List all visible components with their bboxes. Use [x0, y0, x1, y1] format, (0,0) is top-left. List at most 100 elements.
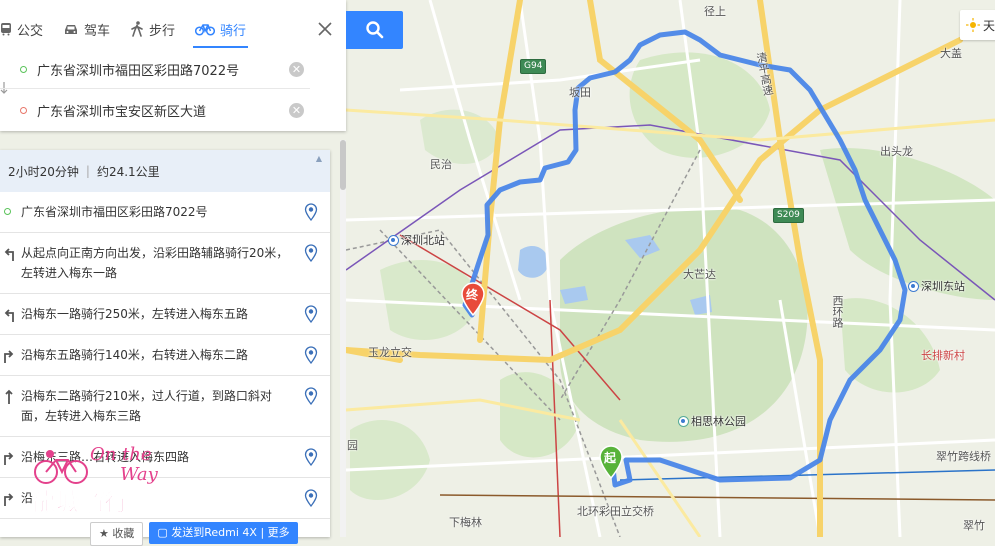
map-label-jingshang: 径上 [704, 5, 726, 18]
route-step-text: 沿梅东一路骑行250米，左转进入梅东五路 [21, 307, 248, 321]
route-panel: 公交 驾车 步行 骑行 广东省深圳市福田区彩田路7022号 ✕ 广东省深圳市宝安… [0, 0, 403, 546]
route-step[interactable]: 沿梅东五路骑行140米，右转进入梅东二路 [0, 335, 330, 376]
end-marker-label: 终 [466, 288, 479, 302]
start-marker-label: 起 [604, 451, 617, 465]
map-label-cuizhu2: 翠竹 [963, 519, 985, 532]
tab-walk-label: 步行 [149, 23, 176, 39]
clear-start-button[interactable]: ✕ [289, 61, 304, 77]
poi-label: 相思林公园 [691, 415, 746, 428]
route-step[interactable]: 广东省深圳市福田区彩田路7022号 [0, 192, 330, 233]
tab-bike-label: 骑行 [220, 23, 247, 39]
route-step-text: 沿梅东二路骑行210米，过人行道，到路口斜对面，左转进入梅东三路 [21, 389, 272, 423]
turn-right-icon [4, 493, 14, 506]
start-dot-icon [4, 208, 11, 215]
tab-bike[interactable]: 骑行 [185, 10, 256, 48]
tab-drive-label: 驾车 [84, 23, 111, 39]
locate-pin-icon[interactable] [304, 448, 318, 466]
map-label-changpai: 长排新村 [921, 349, 965, 362]
park-icon [678, 415, 689, 427]
clear-end-button[interactable]: ✕ [289, 102, 304, 118]
map-station-shenzhen-east[interactable]: 深圳东站 [908, 278, 965, 294]
watermark-logo: On the Way 龍城騎行 [28, 440, 188, 520]
locate-pin-icon[interactable] [304, 203, 318, 221]
map-label-cuizhu: 翠竹跨线桥 [936, 450, 991, 463]
route-input-card: 公交 驾车 步行 骑行 广东省深圳市福田区彩田路7022号 ✕ 广东省深圳市宝安… [0, 0, 346, 131]
station-label: 深圳北站 [401, 234, 445, 247]
weather-widget[interactable]: 天 [960, 10, 995, 40]
summary-divider: | [85, 164, 90, 178]
more-label: 更多 [267, 526, 290, 539]
car-icon [65, 25, 78, 34]
turn-right-icon [4, 350, 14, 363]
road-shield-s209: S209 [773, 208, 804, 223]
favorite-label: 收藏 [112, 527, 135, 540]
turn-right-icon [4, 452, 14, 465]
scrollbar-thumb[interactable] [340, 140, 346, 190]
map-poi-xiangsilin[interactable]: 相思林公园 [678, 413, 746, 429]
bottom-action-bar: ★ 收藏 ▢ 发送到Redmi 4X | 更多 [90, 522, 298, 546]
search-icon [365, 21, 383, 39]
send-label: 发送到Redmi 4X [171, 526, 257, 539]
locate-pin-icon[interactable] [304, 387, 318, 405]
scrollbar-track[interactable] [340, 140, 346, 537]
bicycle-icon [195, 24, 216, 36]
map-label-dameisha: 大盖 [940, 47, 962, 60]
send-to-phone-button[interactable]: ▢ 发送到Redmi 4X | 更多 [149, 522, 298, 544]
start-marker[interactable]: 起 [598, 445, 624, 480]
map-label-xihuan: 西环路 [831, 295, 844, 328]
start-address-text: 广东省深圳市福田区彩田路7022号 [37, 63, 240, 79]
bus-icon [1, 23, 11, 36]
weather-label: 天 [983, 18, 995, 33]
route-step-text: 沿梅东五路骑行140米，右转进入梅东二路 [21, 348, 248, 362]
svg-text:Way: Way [120, 464, 159, 485]
end-dot-icon [20, 106, 27, 114]
start-address-field[interactable]: 广东省深圳市福田区彩田路7022号 ✕ [0, 50, 310, 89]
map-label-yuan: 园 [347, 439, 358, 452]
svg-text:On the: On the [90, 444, 152, 465]
walk-icon [131, 21, 143, 37]
road-shield-g94: G94 [520, 59, 547, 74]
route-summary[interactable]: 2小时20分钟 | 约24.1公里 ▲ [0, 150, 330, 192]
route-duration: 2小时20分钟 [8, 164, 79, 179]
map-station-shenzhen-north[interactable]: 深圳北站 [388, 232, 445, 248]
favorite-button[interactable]: ★ 收藏 [90, 522, 144, 546]
route-step[interactable]: 从起点向正南方向出发，沿彩田路辅路骑行20米，左转进入梅东一路 [0, 233, 330, 294]
locate-pin-icon[interactable] [304, 346, 318, 364]
close-icon [318, 22, 332, 36]
end-address-field[interactable]: 广东省深圳市宝安区新区大道 ✕ [0, 91, 310, 129]
sun-icon [966, 18, 980, 32]
route-step[interactable]: 沿梅东二路骑行210米，过人行道，到路口斜对面，左转进入梅东三路 [0, 376, 330, 437]
cycling-logo-icon: On the Way 龍城騎行 [32, 444, 159, 516]
svg-text:龍城騎行: 龍城騎行 [32, 488, 128, 516]
end-marker[interactable]: 终 [460, 282, 486, 317]
map-label-minzhi: 民治 [430, 158, 452, 171]
route-step[interactable]: 沿梅东一路骑行250米，左转进入梅东五路 [0, 294, 330, 335]
turn-left-icon [4, 309, 14, 322]
map-label-beihuan: 北环彩田立交桥 [577, 505, 654, 518]
turn-left-icon [4, 248, 14, 261]
tab-bus-label: 公交 [17, 23, 44, 39]
tab-drive[interactable]: 驾车 [53, 10, 120, 48]
map-label-chutoulong: 出头龙 [880, 145, 913, 158]
search-button[interactable] [346, 11, 403, 49]
locate-pin-icon[interactable] [304, 489, 318, 507]
map-label-xiameilin: 下梅林 [449, 516, 482, 529]
turn-straight-icon [5, 389, 13, 404]
end-address-text: 广东省深圳市宝安区新区大道 [37, 104, 207, 120]
map-label-yulong: 玉龙立交 [368, 346, 412, 359]
close-button[interactable] [314, 18, 336, 40]
station-label: 深圳东站 [921, 280, 965, 293]
collapse-icon[interactable]: ▲ [316, 154, 322, 163]
start-dot-icon [20, 65, 27, 73]
locate-pin-icon[interactable] [304, 305, 318, 323]
map-label-dawangda: 大芒达 [683, 268, 716, 281]
tab-walk[interactable]: 步行 [120, 10, 185, 48]
route-step-text: 广东省深圳市福田区彩田路7022号 [21, 205, 208, 219]
locate-pin-icon[interactable] [304, 244, 318, 262]
route-step-text: 从起点向正南方向出发，沿彩田路辅路骑行20米，左转进入梅东一路 [21, 246, 289, 280]
travel-mode-tabs: 公交 驾车 步行 骑行 [0, 10, 256, 48]
route-distance: 约24.1公里 [96, 164, 160, 179]
train-station-icon [388, 234, 399, 246]
map-label-putian: 坂田 [569, 86, 591, 99]
tab-bus[interactable]: 公交 [0, 10, 53, 48]
